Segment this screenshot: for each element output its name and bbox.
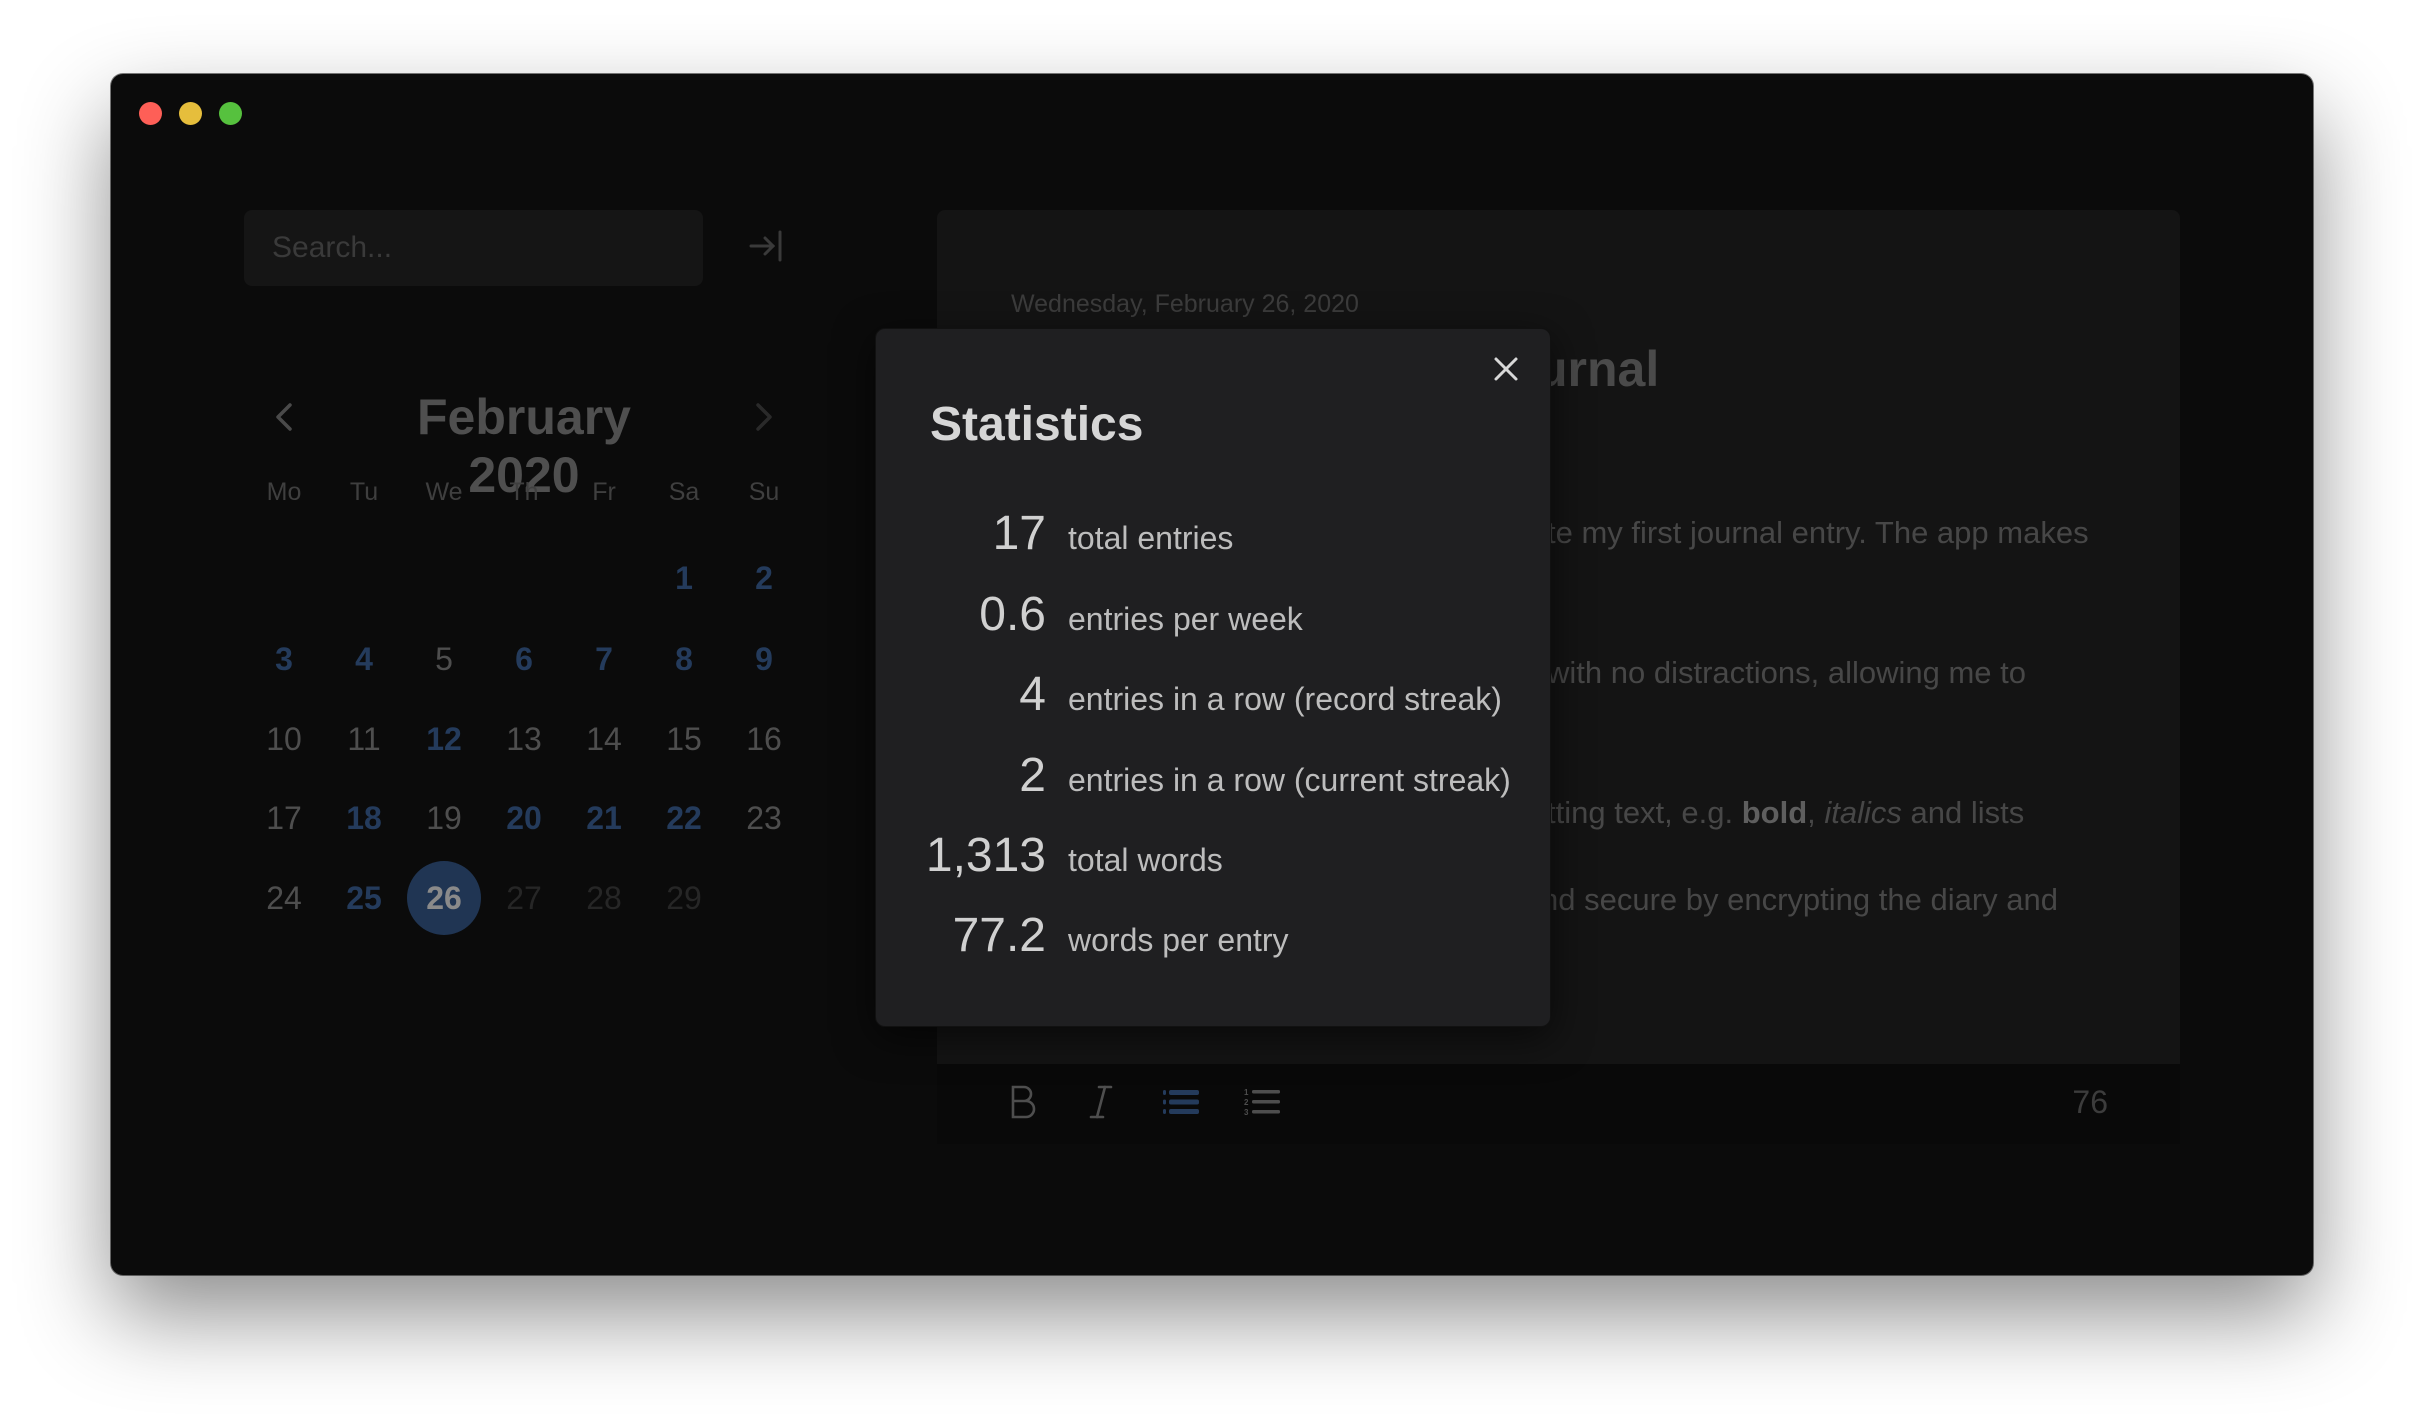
svg-text:1: 1 — [1244, 1088, 1249, 1097]
calendar-day[interactable]: 14 — [567, 702, 641, 776]
stat-row: 77.2 words per entry — [876, 903, 1550, 963]
calendar-day[interactable]: 19 — [407, 781, 481, 855]
minimize-window-button[interactable] — [179, 102, 202, 125]
app-window: Search... February 2020 Mo Tu We Th Fr Sa Su 1… — [111, 74, 2313, 1275]
search-input[interactable]: Search... — [244, 210, 703, 286]
weekday-label: Th — [509, 478, 539, 506]
stat-value: 0.6 — [979, 588, 1046, 641]
text-segment-italic: italics — [1824, 795, 1902, 830]
weekday-label: Su — [748, 478, 780, 506]
stat-label: total words — [1068, 842, 1223, 878]
weekday-label: Fr — [592, 478, 616, 506]
stat-value: 17 — [992, 507, 1046, 560]
weekday-label: Tu — [349, 478, 379, 506]
italic-button[interactable] — [1077, 1080, 1125, 1128]
stat-label: words per entry — [1068, 922, 1289, 958]
calendar-day[interactable]: 11 — [327, 702, 401, 776]
modal-title: Statistics — [930, 398, 1144, 451]
text-segment-normal: tting text, e.g. — [1547, 795, 1742, 830]
calendar-day[interactable]: 22 — [647, 781, 721, 855]
entry-title[interactable]: urnal — [1537, 340, 1659, 398]
calendar-day: 28 — [586, 879, 622, 916]
calendar-day[interactable]: 8 — [647, 622, 721, 696]
calendar-day: 27 — [506, 879, 542, 916]
stat-label: entries in a row (current streak) — [1068, 762, 1511, 798]
collapse-sidebar-icon[interactable] — [747, 226, 787, 266]
calendar-day[interactable]: 24 — [247, 861, 321, 935]
stat-label: entries per week — [1068, 601, 1303, 637]
stat-label: entries in a row (record streak) — [1068, 681, 1502, 717]
bullet-list-button[interactable] — [1157, 1080, 1205, 1128]
calendar-day[interactable]: 6 — [487, 622, 561, 696]
calendar-day[interactable]: 20 — [487, 781, 561, 855]
word-count: 76 — [2072, 1084, 2108, 1120]
zoom-window-button[interactable] — [219, 102, 242, 125]
stat-row: 17 total entries — [876, 501, 1550, 561]
formatting-toolbar: 1 2 3 76 — [937, 1064, 2180, 1144]
text-segment-normal: and lists — [1901, 795, 2025, 830]
numbered-list-icon: 1 2 3 — [1244, 1087, 1280, 1122]
weekday-label: We — [425, 478, 463, 506]
bullet-list-icon — [1163, 1087, 1199, 1122]
numbered-list-button[interactable]: 1 2 3 — [1238, 1080, 1286, 1128]
calendar-day[interactable]: 17 — [247, 781, 321, 855]
calendar-day[interactable]: 4 — [327, 622, 401, 696]
calendar-day[interactable]: 3 — [247, 622, 321, 696]
stat-row: 1,313 total words — [876, 823, 1550, 883]
stat-value: 4 — [1019, 668, 1046, 721]
chevron-left-icon[interactable] — [264, 392, 304, 442]
calendar-day[interactable]: 23 — [727, 781, 801, 855]
stat-row: 0.6 entries per week — [876, 582, 1550, 642]
svg-text:2: 2 — [1244, 1098, 1249, 1107]
calendar-day[interactable]: 13 — [487, 702, 561, 776]
calendar-day[interactable]: 10 — [247, 702, 321, 776]
stat-value: 77.2 — [952, 909, 1046, 962]
svg-text:3: 3 — [1244, 1108, 1249, 1117]
entry-paragraph[interactable]: tting text, e.g. bold, italics and lists — [1547, 795, 2024, 831]
calendar-day[interactable]: 21 — [567, 781, 641, 855]
search-placeholder: Search... — [272, 231, 393, 264]
entry-paragraph[interactable]: te my first journal entry. The app makes — [1547, 515, 2089, 551]
calendar-day[interactable]: 1 — [647, 541, 721, 615]
stat-value: 1,313 — [925, 829, 1046, 882]
calendar-day[interactable]: 9 — [727, 622, 801, 696]
calendar-day: 29 — [666, 879, 702, 916]
entry-paragraph[interactable]: with no distractions, allowing me to — [1547, 655, 2026, 691]
entry-date: Wednesday, February 26, 2020 — [1011, 290, 1359, 318]
weekday-label: Sa — [668, 478, 700, 506]
stat-label: total entries — [1068, 520, 1234, 556]
stat-value: 2 — [1019, 749, 1046, 802]
weekday-label: Mo — [266, 478, 302, 506]
calendar-day[interactable]: 18 — [327, 781, 401, 855]
bold-icon — [1007, 1084, 1037, 1125]
italic-icon — [1086, 1084, 1116, 1125]
chevron-right-icon[interactable] — [744, 392, 784, 442]
calendar-day[interactable]: 12 — [407, 702, 481, 776]
text-segment-bold: bold — [1741, 795, 1808, 830]
calendar-day[interactable]: 16 — [727, 702, 801, 776]
calendar-day[interactable]: 7 — [567, 622, 641, 696]
calendar-day[interactable]: 5 — [407, 622, 481, 696]
calendar-day[interactable]: 2 — [727, 541, 801, 615]
calendar-day[interactable]: 15 — [647, 702, 721, 776]
stat-row: 4 entries in a row (record streak) — [876, 662, 1550, 722]
stat-row: 2 entries in a row (current streak) — [876, 743, 1550, 803]
calendar-day[interactable]: 25 — [327, 861, 401, 935]
calendar-day[interactable]: 26 — [407, 861, 481, 935]
entry-paragraph[interactable]: nd secure by encrypting the diary and — [1541, 882, 2058, 918]
close-icon[interactable] — [1488, 351, 1524, 387]
close-window-button[interactable] — [139, 102, 162, 125]
bold-button[interactable] — [998, 1080, 1046, 1128]
text-segment-normal: , — [1807, 795, 1825, 830]
statistics-modal: Statistics 17 total entries 0.6 entries per… — [875, 328, 1551, 1027]
